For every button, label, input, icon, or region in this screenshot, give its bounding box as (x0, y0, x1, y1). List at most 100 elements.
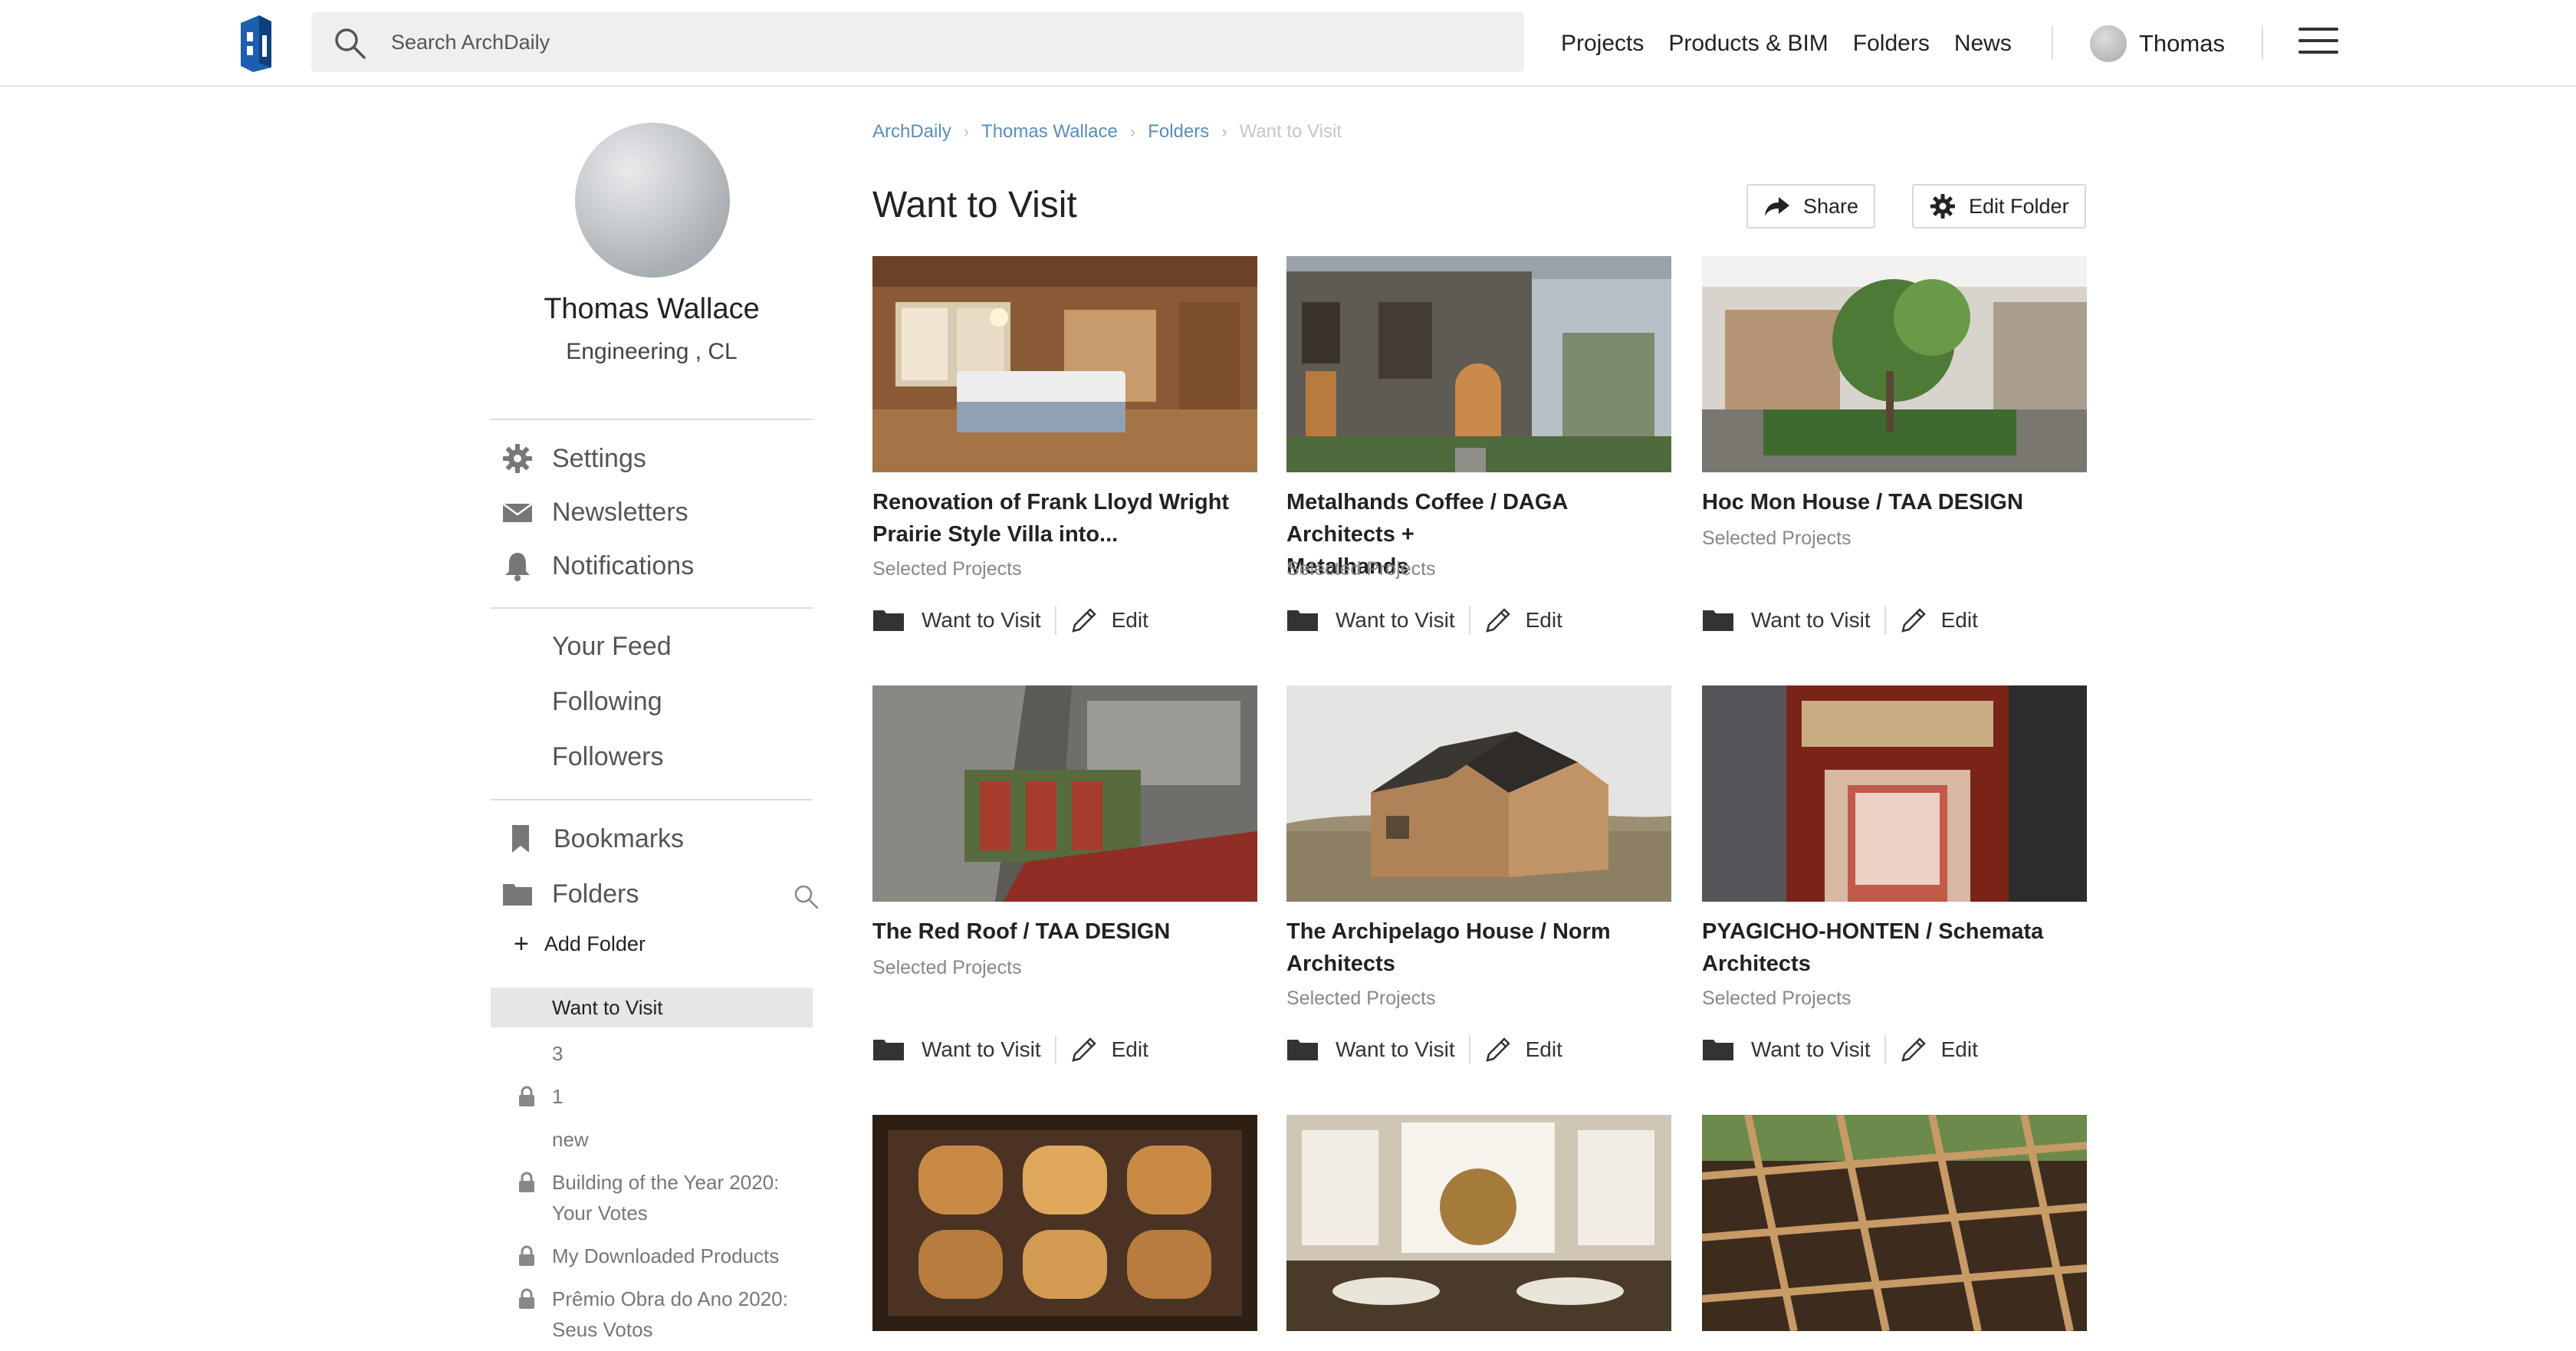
edit-link[interactable]: Edit (1112, 1037, 1148, 1062)
folder-link[interactable]: Want to Visit (1751, 1037, 1871, 1062)
project-card: The Red Roof / TAA DESIGN Selected Proje… (872, 685, 1257, 1064)
user-menu[interactable]: Thomas (2090, 0, 2225, 87)
share-button[interactable]: Share (1746, 184, 1876, 228)
pencil-icon (1071, 608, 1096, 633)
folder-link[interactable]: Want to Visit (922, 608, 1041, 633)
project-card: PYAGICHO-HONTEN / Schemata Architects Se… (1702, 685, 2087, 1064)
folder-link[interactable]: Want to Visit (922, 1037, 1041, 1062)
folder-item[interactable]: 3 (491, 1038, 813, 1069)
search-input[interactable] (391, 12, 1495, 72)
folder-item[interactable]: My Downloaded Products (491, 1241, 813, 1271)
project-thumbnail[interactable] (1286, 685, 1671, 902)
project-title[interactable]: PYAGICHO-HONTEN / Schemata Architects (1702, 915, 2085, 980)
project-thumbnail[interactable] (872, 1115, 1257, 1331)
edit-link[interactable]: Edit (1112, 608, 1148, 633)
divider (491, 607, 813, 609)
project-category: Selected Projects (1286, 988, 1436, 1009)
project-image (1286, 1115, 1671, 1331)
chevron-right-icon: › (1129, 122, 1136, 141)
nav-folders[interactable]: Folders (1853, 31, 1930, 57)
top-bar: Projects Products & BIM Folders News Tho… (0, 0, 2576, 87)
project-card (1286, 1115, 1671, 1331)
edit-link[interactable]: Edit (1526, 1037, 1562, 1062)
gear-icon (1930, 194, 1955, 219)
folder-name: new (552, 1128, 589, 1151)
project-image (872, 256, 1257, 472)
project-card: Hoc Mon House / TAA DESIGN Selected Proj… (1702, 256, 2087, 635)
folder-item[interactable]: Prêmio Obra do Ano 2020: Seus Votos (491, 1284, 813, 1345)
project-thumbnail[interactable] (1286, 1115, 1671, 1331)
folder-search-icon[interactable] (793, 883, 819, 909)
folder-link[interactable]: Want to Visit (1751, 608, 1871, 633)
card-actions: Want to Visit Edit (1702, 1035, 1978, 1064)
edit-folder-button[interactable]: Edit Folder (1912, 184, 2086, 228)
breadcrumb-link[interactable]: Thomas Wallace (981, 121, 1118, 143)
sidebar-item-label: Settings (552, 443, 646, 473)
folder-icon (1287, 1040, 1318, 1060)
breadcrumb-link[interactable]: ArchDaily (872, 121, 951, 143)
project-title[interactable]: Renovation of Frank Lloyd Wright Prairie… (872, 486, 1256, 551)
card-actions: Want to Visit Edit (872, 606, 1148, 635)
project-thumbnail[interactable] (1702, 1115, 2087, 1331)
sidebar-item-bookmarks[interactable]: Bookmarks (491, 816, 813, 862)
edit-link[interactable]: Edit (1941, 608, 1978, 633)
project-thumbnail[interactable] (872, 685, 1257, 902)
project-thumbnail[interactable] (1702, 256, 2087, 472)
add-folder-label: Add Folder (544, 932, 646, 955)
sidebar-item-notifications[interactable]: Notifications (491, 543, 813, 589)
project-thumbnail[interactable] (1702, 685, 2087, 902)
divider (1054, 606, 1056, 635)
folder-item[interactable]: new (491, 1124, 813, 1155)
archdaily-logo-icon[interactable] (236, 12, 276, 74)
folder-name: Building of the Year 2020: (552, 1171, 780, 1194)
sidebar-item-settings[interactable]: Settings (491, 436, 813, 482)
project-thumbnail[interactable] (872, 256, 1257, 472)
divider (1468, 1035, 1470, 1064)
pencil-icon (1485, 608, 1510, 633)
folder-name: Prêmio Obra do Ano 2020: (552, 1287, 788, 1310)
breadcrumb: ArchDaily › Thomas Wallace › Folders › W… (872, 121, 1342, 143)
hamburger-menu-icon[interactable] (2298, 28, 2338, 58)
sidebar-item-your-feed[interactable]: Your Feed (552, 632, 672, 662)
project-category: Selected Projects (872, 558, 1022, 580)
search-bar[interactable] (311, 12, 1524, 72)
bookmark-icon (512, 825, 529, 853)
folder-item[interactable]: Building of the Year 2020: Your Votes (491, 1167, 813, 1228)
edit-link[interactable]: Edit (1526, 608, 1562, 633)
sidebar-item-folders[interactable]: Folders (491, 871, 819, 917)
folder-link[interactable]: Want to Visit (1336, 608, 1455, 633)
project-image (1702, 1115, 2087, 1331)
nav-products-bim[interactable]: Products & BIM (1668, 31, 1828, 57)
edit-link[interactable]: Edit (1941, 1037, 1978, 1062)
nav-projects[interactable]: Projects (1561, 31, 1644, 57)
chevron-right-icon: › (1221, 122, 1227, 141)
profile-name: Thomas Wallace (544, 293, 760, 325)
folder-name-cont: Your Votes (552, 1201, 648, 1224)
project-title[interactable]: Hoc Mon House / TAA DESIGN (1702, 486, 2085, 518)
project-card: Metalhands Coffee / DAGA Architects + Me… (1286, 256, 1671, 635)
project-category: Selected Projects (1702, 528, 1852, 549)
profile-role: Engineering , CL (566, 339, 738, 364)
nav-news[interactable]: News (1954, 31, 2012, 57)
lock-icon (519, 1086, 534, 1106)
sidebar-item-following[interactable]: Following (552, 687, 662, 717)
sidebar-item-followers[interactable]: Followers (552, 742, 663, 772)
folder-item[interactable]: 1 (491, 1081, 813, 1112)
folder-link[interactable]: Want to Visit (1336, 1037, 1455, 1062)
project-title[interactable]: The Archipelago House / Norm Architects (1286, 915, 1670, 980)
lock-icon (519, 1288, 534, 1309)
page-title: Want to Visit (872, 185, 1077, 225)
pencil-icon (1071, 1037, 1096, 1062)
add-folder-button[interactable]: + Add Folder (514, 931, 646, 957)
folder-item-want-to-visit[interactable]: Want to Visit (491, 988, 813, 1027)
folder-icon (873, 1040, 904, 1060)
nav-divider (2052, 26, 2053, 60)
project-title[interactable]: The Red Roof / TAA DESIGN (872, 915, 1256, 948)
card-actions: Want to Visit Edit (1286, 1035, 1562, 1064)
share-label: Share (1803, 194, 1859, 218)
project-image (872, 1115, 1257, 1331)
sidebar-item-newsletters[interactable]: Newsletters (491, 489, 813, 535)
project-thumbnail[interactable] (1286, 256, 1671, 472)
breadcrumb-link[interactable]: Folders (1148, 121, 1209, 143)
lock-icon (519, 1172, 534, 1192)
